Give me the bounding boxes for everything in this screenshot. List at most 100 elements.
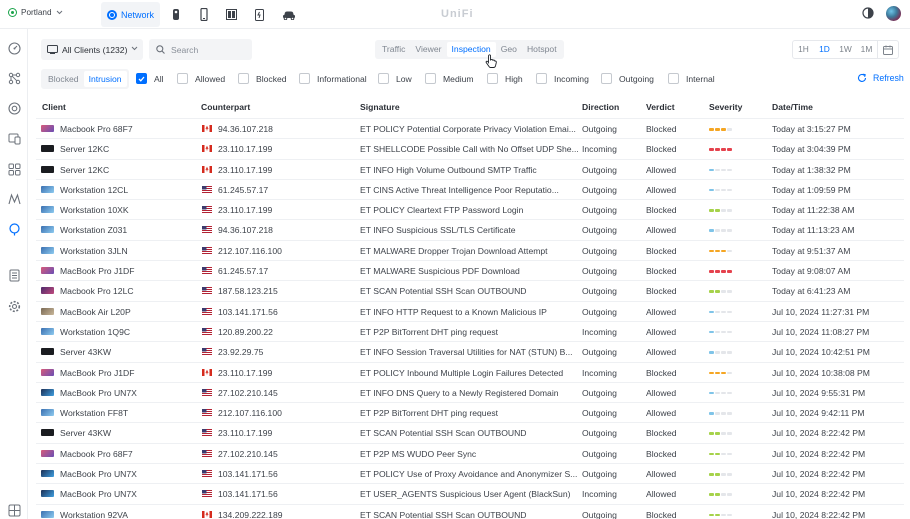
filter-checkbox-medium[interactable]: Medium	[425, 73, 474, 84]
client-name[interactable]: Server 12KC	[60, 165, 196, 175]
theme-toggle-icon[interactable]	[862, 7, 874, 19]
column-header-datetime[interactable]: Date/Time	[772, 102, 813, 112]
column-header-signature[interactable]: Signature	[360, 102, 400, 112]
checkbox[interactable]	[136, 73, 147, 84]
counterpart-ip[interactable]: 212.107.116.100	[218, 246, 354, 256]
filter-checkbox-blocked[interactable]: Blocked	[238, 73, 287, 84]
sidebar-item-dashboard[interactable]	[7, 41, 21, 55]
column-header-counterpart[interactable]: Counterpart	[201, 102, 250, 112]
filter-checkbox-low[interactable]: Low	[378, 73, 412, 84]
client-name[interactable]: MacBook Air L20P	[60, 307, 196, 317]
sidebar-item-insights[interactable]	[7, 222, 21, 236]
client-name[interactable]: Macbook Pro 12LC	[60, 286, 196, 296]
checkbox[interactable]	[299, 73, 310, 84]
app-tab-drive[interactable]	[280, 2, 298, 27]
tab-hotspot[interactable]: Hotspot	[522, 42, 562, 57]
table-row[interactable]: Workstation 10XK 23.110.17.199 ET POLICY C…	[36, 199, 904, 219]
app-tab-connect[interactable]	[251, 2, 267, 27]
client-name[interactable]: Workstation 12CL	[60, 185, 196, 195]
column-header-severity[interactable]: Severity	[709, 102, 742, 112]
user-avatar[interactable]	[886, 6, 901, 21]
counterpart-ip[interactable]: 120.89.200.22	[218, 327, 354, 337]
checkbox[interactable]	[177, 73, 188, 84]
site-selector[interactable]: Portland	[8, 8, 63, 17]
client-name[interactable]: Macbook Pro 68F7	[60, 449, 196, 459]
table-row[interactable]: MacBook Pro UN7X 103.141.171.56 ET POLICY …	[36, 463, 904, 483]
checkbox[interactable]	[668, 73, 679, 84]
range-1d[interactable]: 1D	[814, 41, 835, 58]
counterpart-ip[interactable]: 103.141.171.56	[218, 489, 354, 499]
range-1m[interactable]: 1M	[856, 41, 877, 58]
table-row[interactable]: Macbook Pro 12LC 187.58.123.215 ET SCAN Po…	[36, 280, 904, 300]
counterpart-ip[interactable]: 94.36.107.218	[218, 225, 354, 235]
table-row[interactable]: MacBook Pro J1DF 61.245.57.17 ET MALWARE S…	[36, 260, 904, 280]
checkbox[interactable]	[425, 73, 436, 84]
counterpart-ip[interactable]: 187.58.123.215	[218, 286, 354, 296]
counterpart-ip[interactable]: 103.141.171.56	[218, 469, 354, 479]
client-name[interactable]: Workstation Z031	[60, 225, 196, 235]
table-row[interactable]: MacBook Pro UN7X 103.141.171.56 ET USER_AG…	[36, 483, 904, 503]
client-name[interactable]: Server 12KC	[60, 144, 196, 154]
counterpart-ip[interactable]: 61.245.57.17	[218, 185, 354, 195]
search-box[interactable]	[149, 39, 252, 60]
table-row[interactable]: Server 43KW 23.110.17.199 ET SCAN Potentia…	[36, 422, 904, 442]
range-1h[interactable]: 1H	[793, 41, 814, 58]
table-row[interactable]: Server 43KW 23.92.29.75 ET INFO Session Tr…	[36, 341, 904, 361]
counterpart-ip[interactable]: 27.102.210.145	[218, 449, 354, 459]
counterpart-ip[interactable]: 23.110.17.199	[218, 165, 354, 175]
app-tab-talk[interactable]	[196, 2, 212, 27]
table-row[interactable]: Macbook Pro 68F7 94.36.107.218 ET POLICY P…	[36, 118, 904, 138]
counterpart-ip[interactable]: 212.107.116.100	[218, 408, 354, 418]
filter-checkbox-allowed[interactable]: Allowed	[177, 73, 225, 84]
counterpart-ip[interactable]: 23.110.17.199	[218, 144, 354, 154]
client-name[interactable]: Workstation 1Q9C	[60, 327, 196, 337]
filter-checkbox-outgoing[interactable]: Outgoing	[601, 73, 654, 84]
filter-checkbox-informational[interactable]: Informational	[299, 73, 367, 84]
table-row[interactable]: Server 12KC 23.110.17.199 ET SHELLCODE Pos…	[36, 138, 904, 158]
counterpart-ip[interactable]: 23.110.17.199	[218, 205, 354, 215]
sidebar-item-statistics[interactable]	[7, 192, 21, 206]
table-row[interactable]: Macbook Pro 68F7 27.102.210.145 ET P2P MS …	[36, 442, 904, 463]
sidebar-item-wifi[interactable]	[7, 101, 21, 115]
sidebar-item-settings[interactable]	[7, 299, 21, 313]
sidebar-item-logs[interactable]	[7, 268, 21, 282]
table-row[interactable]: Workstation FF8T 212.107.116.100 ET P2P Bi…	[36, 402, 904, 422]
client-name[interactable]: MacBook Pro UN7X	[60, 469, 196, 479]
client-name[interactable]: Server 43KW	[60, 347, 196, 357]
filter-checkbox-incoming[interactable]: Incoming	[536, 73, 589, 84]
column-header-verdict[interactable]: Verdict	[646, 102, 675, 112]
client-name[interactable]: Workstation 3JLN	[60, 246, 196, 256]
app-tab-protect[interactable]	[168, 2, 184, 27]
table-row[interactable]: Workstation 1Q9C 120.89.200.22 ET P2P BitT…	[36, 320, 904, 341]
checkbox[interactable]	[238, 73, 249, 84]
client-name[interactable]: MacBook Pro UN7X	[60, 388, 196, 398]
table-row[interactable]: Server 12KC 23.110.17.199 ET INFO High Vol…	[36, 158, 904, 179]
sidebar-item-clients[interactable]	[7, 162, 21, 176]
counterpart-ip[interactable]: 61.245.57.17	[218, 266, 354, 276]
table-row[interactable]: Workstation 3JLN 212.107.116.100 ET MALWAR…	[36, 239, 904, 260]
tab-viewer[interactable]: Viewer	[410, 42, 446, 57]
checkbox[interactable]	[378, 73, 389, 84]
checkbox[interactable]	[601, 73, 612, 84]
client-name[interactable]: MacBook Pro J1DF	[60, 266, 196, 276]
sidebar-item-topology[interactable]	[7, 71, 21, 85]
calendar-icon[interactable]	[877, 41, 898, 58]
counterpart-ip[interactable]: 23.92.29.75	[218, 347, 354, 357]
checkbox[interactable]	[487, 73, 498, 84]
counterpart-ip[interactable]: 94.36.107.218	[218, 124, 354, 134]
table-row[interactable]: Workstation Z031 94.36.107.218 ET INFO Sus…	[36, 219, 904, 239]
counterpart-ip[interactable]: 134.209.222.189	[218, 510, 354, 519]
client-name[interactable]: Workstation 92VA	[60, 510, 196, 519]
table-row[interactable]: MacBook Pro UN7X 27.102.210.145 ET INFO DN…	[36, 381, 904, 402]
client-name[interactable]: MacBook Pro J1DF	[60, 368, 196, 378]
table-row[interactable]: MacBook Air L20P 103.141.171.56 ET INFO HT…	[36, 300, 904, 321]
app-tab-access[interactable]	[223, 2, 239, 27]
client-name[interactable]: Macbook Pro 68F7	[60, 124, 196, 134]
client-name[interactable]: MacBook Pro UN7X	[60, 489, 196, 499]
table-row[interactable]: Workstation 12CL 61.245.57.17 ET CINS Acti…	[36, 178, 904, 199]
segment-intrusion[interactable]: Intrusion	[83, 71, 127, 87]
range-1w[interactable]: 1W	[835, 41, 856, 58]
table-row[interactable]: MacBook Pro J1DF 23.110.17.199 ET POLICY I…	[36, 361, 904, 382]
counterpart-ip[interactable]: 23.110.17.199	[218, 368, 354, 378]
clients-select[interactable]: All Clients (1232)	[41, 39, 143, 60]
